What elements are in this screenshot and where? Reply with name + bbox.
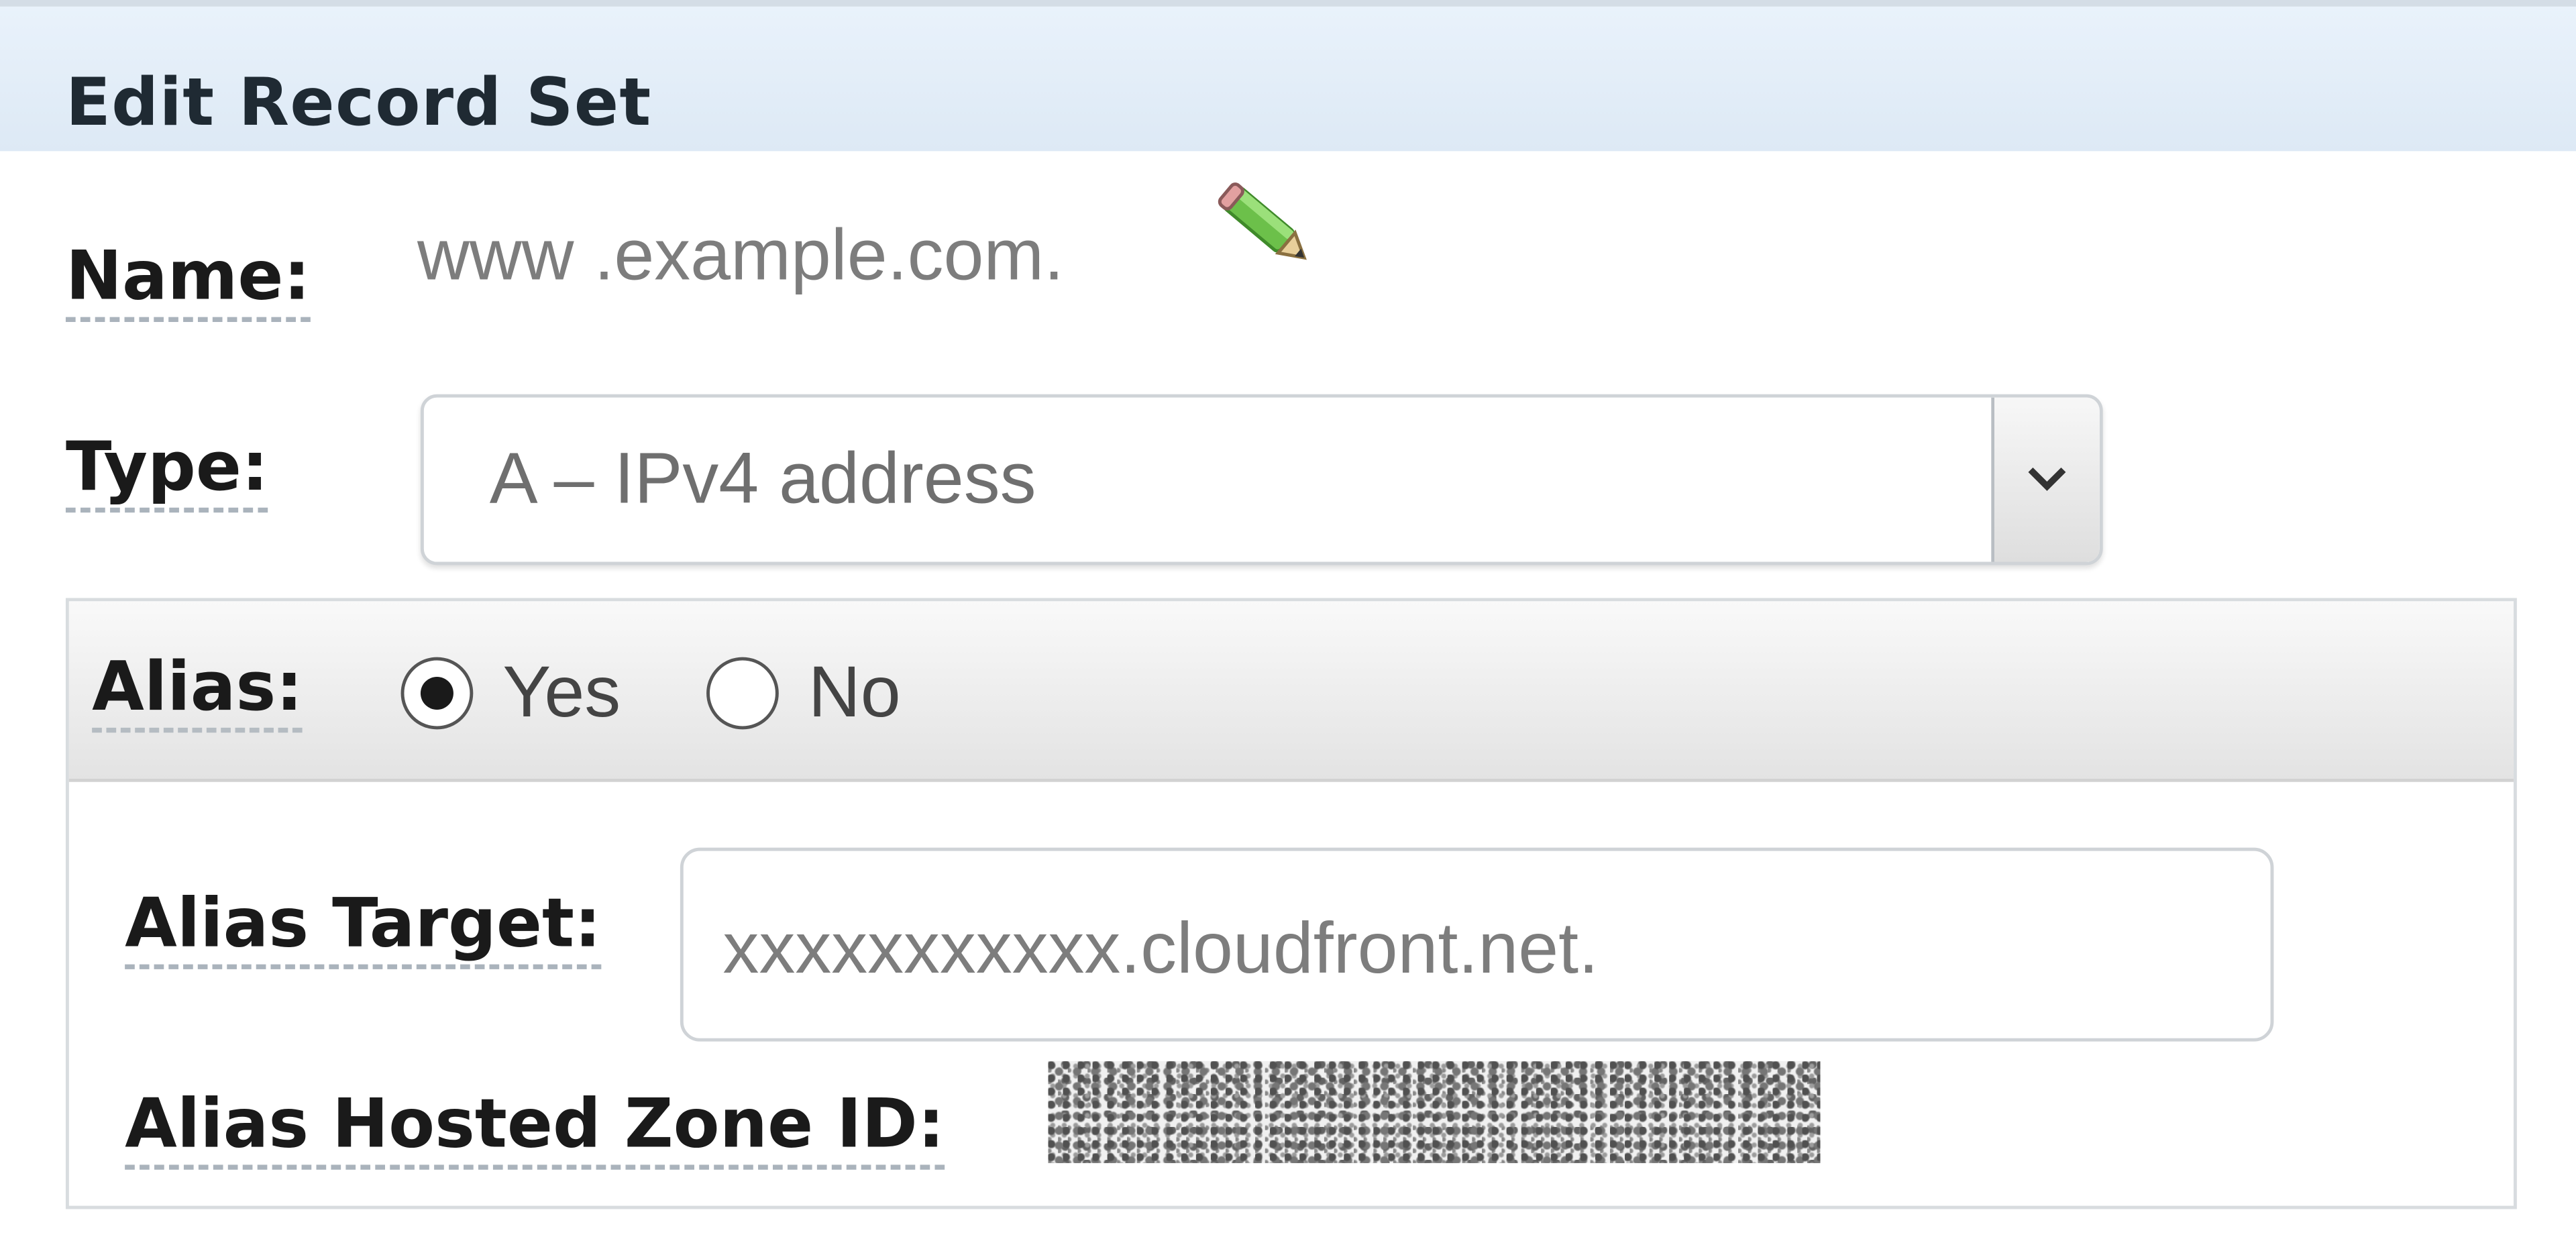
alias-no-radio[interactable]: [706, 657, 779, 730]
edit-record-set-panel: Edit Record Set Name: www .example.com. …: [0, 0, 2576, 1247]
alias-yes-label[interactable]: Yes: [502, 656, 621, 730]
type-select-value: A – IPv4 address: [489, 438, 1036, 519]
name-label: Name:: [65, 242, 311, 323]
type-select[interactable]: A – IPv4 address: [420, 394, 2103, 565]
alias-section: Alias: Yes No Alias Target: xxxxxxxxxxx.…: [65, 598, 2517, 1209]
name-value: www .example.com.: [417, 215, 1065, 296]
alias-label: Alias:: [92, 653, 303, 733]
pencil-icon[interactable]: [1212, 177, 1321, 279]
alias-target-value: xxxxxxxxxxx.cloudfront.net.: [722, 908, 1599, 989]
type-label: Type:: [65, 433, 269, 513]
alias-hosted-zone-label: Alias Hosted Zone ID:: [125, 1090, 945, 1170]
panel-header: Edit Record Set: [0, 0, 2576, 152]
alias-target-input[interactable]: xxxxxxxxxxx.cloudfront.net.: [680, 847, 2274, 1042]
alias-bar: Alias: Yes No: [68, 601, 2514, 782]
alias-no-label[interactable]: No: [808, 656, 901, 730]
type-select-dropdown-button[interactable]: [1991, 397, 2100, 562]
redacted-hosted-zone-id: [1048, 1061, 1821, 1163]
chevron-down-icon: [2028, 467, 2066, 491]
alias-yes-radio[interactable]: [400, 657, 474, 730]
alias-target-label: Alias Target:: [125, 889, 602, 969]
panel-title: Edit Record Set: [65, 65, 652, 142]
